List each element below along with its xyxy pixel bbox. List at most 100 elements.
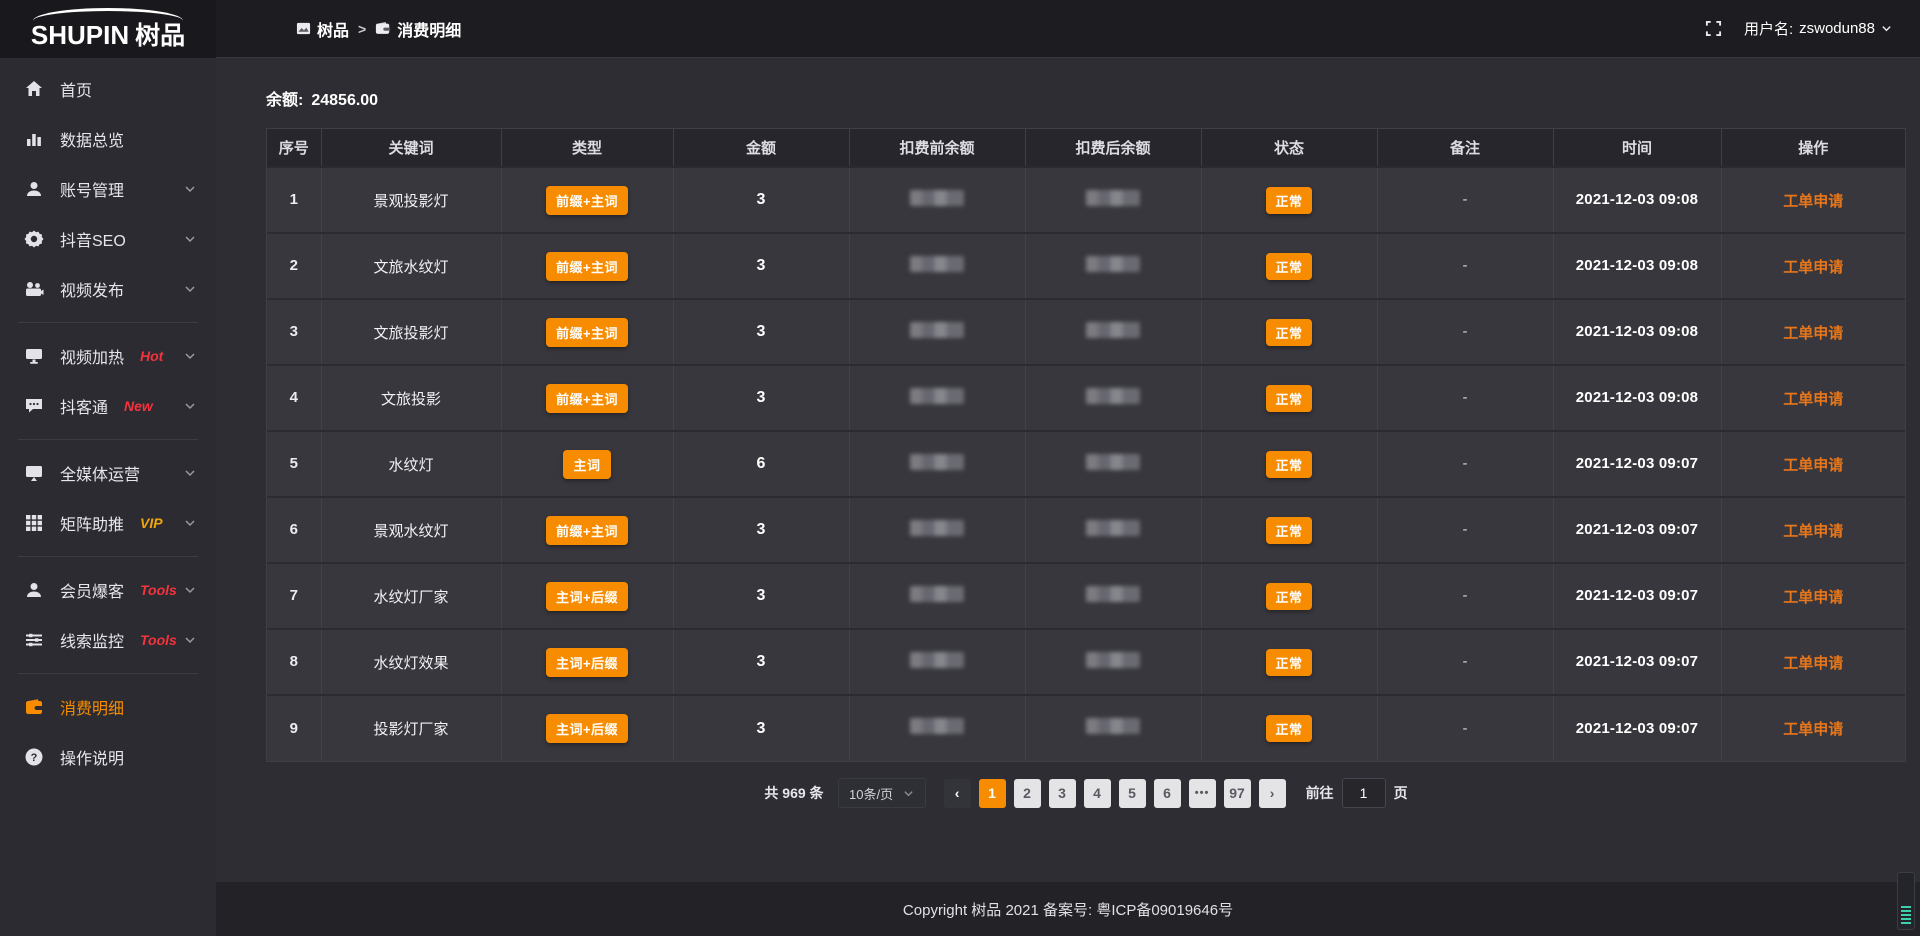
page-size-value: 10条/页 — [849, 784, 893, 803]
sidebar-item-video-heat[interactable]: 视频加热 Hot — [0, 331, 216, 381]
sidebar-item-account-mgmt[interactable]: 账号管理 — [0, 164, 216, 214]
row-amount: 3 — [757, 323, 766, 340]
chevron-down-icon — [184, 467, 196, 479]
work-order-link[interactable]: 工单申请 — [1783, 721, 1843, 738]
breadcrumb-root[interactable]: 树品 — [296, 17, 349, 41]
row-amount: 6 — [757, 455, 766, 472]
sidebar-item-instructions[interactable]: ? 操作说明 — [0, 732, 216, 782]
sidebar-item-label: 全媒体运营 — [60, 461, 140, 485]
masked-balance-before — [910, 190, 964, 206]
sidebar-item-douyin-seo[interactable]: 抖音SEO — [0, 214, 216, 264]
username-value: zswodun88 — [1799, 20, 1875, 37]
masked-balance-after — [1086, 322, 1140, 338]
next-page-button[interactable]: › — [1259, 779, 1286, 808]
work-order-link[interactable]: 工单申请 — [1783, 259, 1843, 276]
row-keyword: 文旅投影 — [381, 391, 441, 408]
work-order-link[interactable]: 工单申请 — [1783, 457, 1843, 474]
work-order-link[interactable]: 工单申请 — [1783, 325, 1843, 342]
table-row: 8 水纹灯效果 主词+后缀 3 正常 - 2021-12-03 09:07 工单… — [267, 629, 1905, 695]
sidebar-item-data-overview[interactable]: 数据总览 — [0, 114, 216, 164]
sidebar-item-label: 抖音SEO — [60, 227, 126, 251]
masked-balance-before — [910, 586, 964, 602]
masked-balance-after — [1086, 586, 1140, 602]
type-badge: 前缀+主词 — [546, 252, 628, 281]
work-order-link[interactable]: 工单申请 — [1783, 589, 1843, 606]
col-header-keyword: 关键词 — [321, 129, 501, 167]
pagination: 共 969 条 10条/页 ‹ 123456•••97 › 前往 页 — [266, 778, 1906, 808]
work-order-link[interactable]: 工单申请 — [1783, 523, 1843, 540]
pagination-ellipsis[interactable]: ••• — [1189, 779, 1216, 808]
masked-balance-after — [1086, 520, 1140, 536]
type-badge: 主词 — [563, 450, 610, 479]
table-row: 1 景观投影灯 前缀+主词 3 正常 - 2021-12-03 09:08 工单… — [267, 167, 1905, 233]
row-time: 2021-12-03 09:07 — [1576, 720, 1698, 737]
page-button-5[interactable]: 5 — [1119, 779, 1146, 808]
breadcrumb-current[interactable]: 消费明细 — [375, 17, 461, 41]
table-row: 4 文旅投影 前缀+主词 3 正常 - 2021-12-03 09:08 工单申… — [267, 365, 1905, 431]
row-amount: 3 — [757, 653, 766, 670]
pagination-total: 共 969 条 — [764, 783, 823, 803]
row-index: 9 — [290, 720, 298, 737]
page-button-6[interactable]: 6 — [1154, 779, 1181, 808]
page-button-2[interactable]: 2 — [1014, 779, 1041, 808]
main-content: 余额:24856.00 序号 关键词 类型 金额 扣费前余额 扣费后余额 状态 … — [216, 58, 1920, 936]
breadcrumb: 树品 > 消费明细 — [296, 17, 461, 41]
status-badge: 正常 — [1266, 253, 1311, 280]
sidebar-item-lead-monitor[interactable]: 线索监控 Tools — [0, 615, 216, 665]
row-time: 2021-12-03 09:07 — [1576, 653, 1698, 670]
sidebar-item-all-media[interactable]: 全媒体运营 — [0, 448, 216, 498]
fullscreen-icon[interactable] — [1705, 20, 1722, 37]
page-button-4[interactable]: 4 — [1084, 779, 1111, 808]
page-size-select[interactable]: 10条/页 — [838, 778, 926, 808]
sidebar-item-label: 线索监控 — [60, 628, 124, 652]
grid-icon — [24, 513, 44, 533]
work-order-link[interactable]: 工单申请 — [1783, 655, 1843, 672]
col-header-balance-before: 扣费前余额 — [849, 129, 1025, 167]
type-badge: 前缀+主词 — [546, 516, 628, 545]
row-amount: 3 — [757, 587, 766, 604]
footer: Copyright 树品 2021 备案号: 粤ICP备09019646号 — [216, 882, 1920, 936]
sidebar-item-video-publish[interactable]: 视频发布 — [0, 264, 216, 314]
balance: 余额:24856.00 — [266, 86, 1920, 110]
col-header-time: 时间 — [1553, 129, 1721, 167]
type-badge: 主词+后缀 — [546, 648, 628, 677]
row-amount: 3 — [757, 257, 766, 274]
new-tag: New — [124, 398, 153, 414]
row-time: 2021-12-03 09:08 — [1576, 389, 1698, 406]
sidebar-item-label: 会员爆客 — [60, 578, 124, 602]
sidebar-item-home[interactable]: 首页 — [0, 64, 216, 114]
row-note: - — [1463, 720, 1468, 737]
goto-page-input[interactable] — [1342, 778, 1386, 808]
table-header-row: 序号 关键词 类型 金额 扣费前余额 扣费后余额 状态 备注 时间 操作 — [267, 129, 1905, 167]
home-icon — [24, 79, 44, 99]
chevron-down-icon — [184, 584, 196, 596]
breadcrumb-separator: > — [358, 21, 366, 37]
work-order-link[interactable]: 工单申请 — [1783, 193, 1843, 210]
chevron-down-icon — [1881, 23, 1892, 34]
chevron-down-icon — [184, 283, 196, 295]
type-badge: 前缀+主词 — [546, 186, 628, 215]
prev-page-button[interactable]: ‹ — [944, 779, 971, 808]
sidebar-item-matrix-boost[interactable]: 矩阵助推 VIP — [0, 498, 216, 548]
table-row: 2 文旅水纹灯 前缀+主词 3 正常 - 2021-12-03 09:08 工单… — [267, 233, 1905, 299]
row-keyword: 投影灯厂家 — [373, 721, 448, 738]
col-header-type: 类型 — [501, 129, 673, 167]
row-keyword: 水纹灯厂家 — [373, 589, 448, 606]
work-order-link[interactable]: 工单申请 — [1783, 391, 1843, 408]
row-time: 2021-12-03 09:07 — [1576, 521, 1698, 538]
page-button-1[interactable]: 1 — [979, 779, 1006, 808]
row-time: 2021-12-03 09:07 — [1576, 587, 1698, 604]
chevron-down-icon — [903, 788, 914, 799]
user-menu[interactable]: 用户名: zswodun88 — [1744, 18, 1892, 39]
page-button-3[interactable]: 3 — [1049, 779, 1076, 808]
sidebar-item-doukertong[interactable]: 抖客通 New — [0, 381, 216, 431]
floating-widget[interactable] — [1897, 872, 1915, 930]
page-button-97[interactable]: 97 — [1224, 779, 1251, 808]
row-note: - — [1463, 191, 1468, 208]
masked-balance-before — [910, 388, 964, 404]
copyright-text: Copyright 树品 2021 备案号: 粤ICP备09019646号 — [903, 899, 1233, 920]
sidebar-item-label: 消费明细 — [60, 695, 124, 719]
app-logo: SHUPIN树品 — [0, 0, 216, 58]
sidebar-item-consume-detail[interactable]: 消费明细 — [0, 682, 216, 732]
sidebar-item-member-burst[interactable]: 会员爆客 Tools — [0, 565, 216, 615]
